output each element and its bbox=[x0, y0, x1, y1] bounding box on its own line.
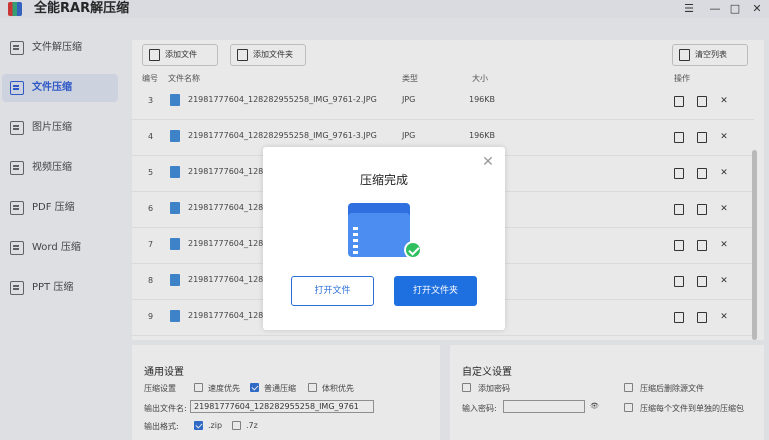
compress-complete-dialog: ✕ 压缩完成 打开文件 打开文件夹 bbox=[263, 147, 505, 330]
dialog-title: 压缩完成 bbox=[359, 173, 408, 187]
zipper-icon bbox=[353, 227, 358, 255]
success-check-icon bbox=[404, 241, 422, 259]
dialog-close-icon[interactable]: ✕ bbox=[481, 155, 495, 169]
open-folder-button[interactable]: 打开文件夹 bbox=[394, 276, 477, 306]
open-file-button[interactable]: 打开文件 bbox=[291, 276, 374, 306]
folder-front-shape bbox=[348, 213, 410, 257]
zip-folder-icon bbox=[348, 203, 422, 259]
